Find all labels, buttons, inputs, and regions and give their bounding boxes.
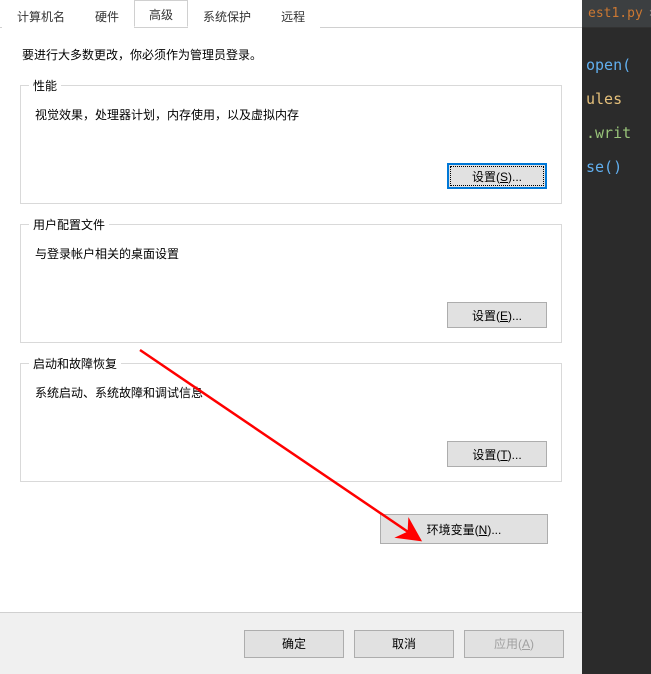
user-profiles-title: 用户配置文件 bbox=[29, 216, 109, 233]
performance-group: 性能 视觉效果，处理器计划，内存使用，以及虚拟内存 设置(S)... bbox=[20, 85, 562, 204]
code-editor-background: est1.py × open( ules .writ se() bbox=[582, 0, 651, 674]
tab-computer-name[interactable]: 计算机名 bbox=[2, 1, 80, 28]
ok-button[interactable]: 确定 bbox=[244, 630, 344, 658]
dialog-footer: 确定 取消 应用(A) bbox=[0, 612, 582, 674]
tab-advanced[interactable]: 高级 bbox=[134, 0, 188, 27]
tab-hardware[interactable]: 硬件 bbox=[80, 1, 134, 28]
user-profiles-group: 用户配置文件 与登录帐户相关的桌面设置 设置(E)... bbox=[20, 224, 562, 343]
cancel-button[interactable]: 取消 bbox=[354, 630, 454, 658]
tab-system-protection[interactable]: 系统保护 bbox=[188, 1, 266, 28]
performance-desc: 视觉效果，处理器计划，内存使用，以及虚拟内存 bbox=[35, 106, 547, 123]
editor-tab-label: est1.py bbox=[588, 6, 643, 21]
startup-recovery-group: 启动和故障恢复 系统启动、系统故障和调试信息 设置(T)... bbox=[20, 363, 562, 482]
startup-recovery-desc: 系统启动、系统故障和调试信息 bbox=[35, 384, 547, 401]
system-properties-dialog: 计算机名 硬件 高级 系统保护 远程 要进行大多数更改，你必须作为管理员登录。 … bbox=[0, 0, 582, 674]
apply-button: 应用(A) bbox=[464, 630, 564, 658]
advanced-tab-content: 要进行大多数更改，你必须作为管理员登录。 性能 视觉效果，处理器计划，内存使用，… bbox=[0, 28, 582, 608]
performance-title: 性能 bbox=[29, 77, 61, 94]
editor-tab[interactable]: est1.py × bbox=[582, 0, 651, 28]
user-profiles-settings-button[interactable]: 设置(E)... bbox=[447, 302, 547, 328]
admin-intro-text: 要进行大多数更改，你必须作为管理员登录。 bbox=[22, 46, 562, 63]
code-area: open( ules .writ se() bbox=[582, 28, 651, 184]
user-profiles-desc: 与登录帐户相关的桌面设置 bbox=[35, 245, 547, 262]
startup-recovery-settings-button[interactable]: 设置(T)... bbox=[447, 441, 547, 467]
performance-settings-button[interactable]: 设置(S)... bbox=[447, 163, 547, 189]
startup-recovery-title: 启动和故障恢复 bbox=[29, 355, 121, 372]
tab-remote[interactable]: 远程 bbox=[266, 1, 320, 28]
tab-bar: 计算机名 硬件 高级 系统保护 远程 bbox=[0, 0, 582, 28]
environment-variables-button[interactable]: 环境变量(N)... bbox=[380, 514, 548, 544]
